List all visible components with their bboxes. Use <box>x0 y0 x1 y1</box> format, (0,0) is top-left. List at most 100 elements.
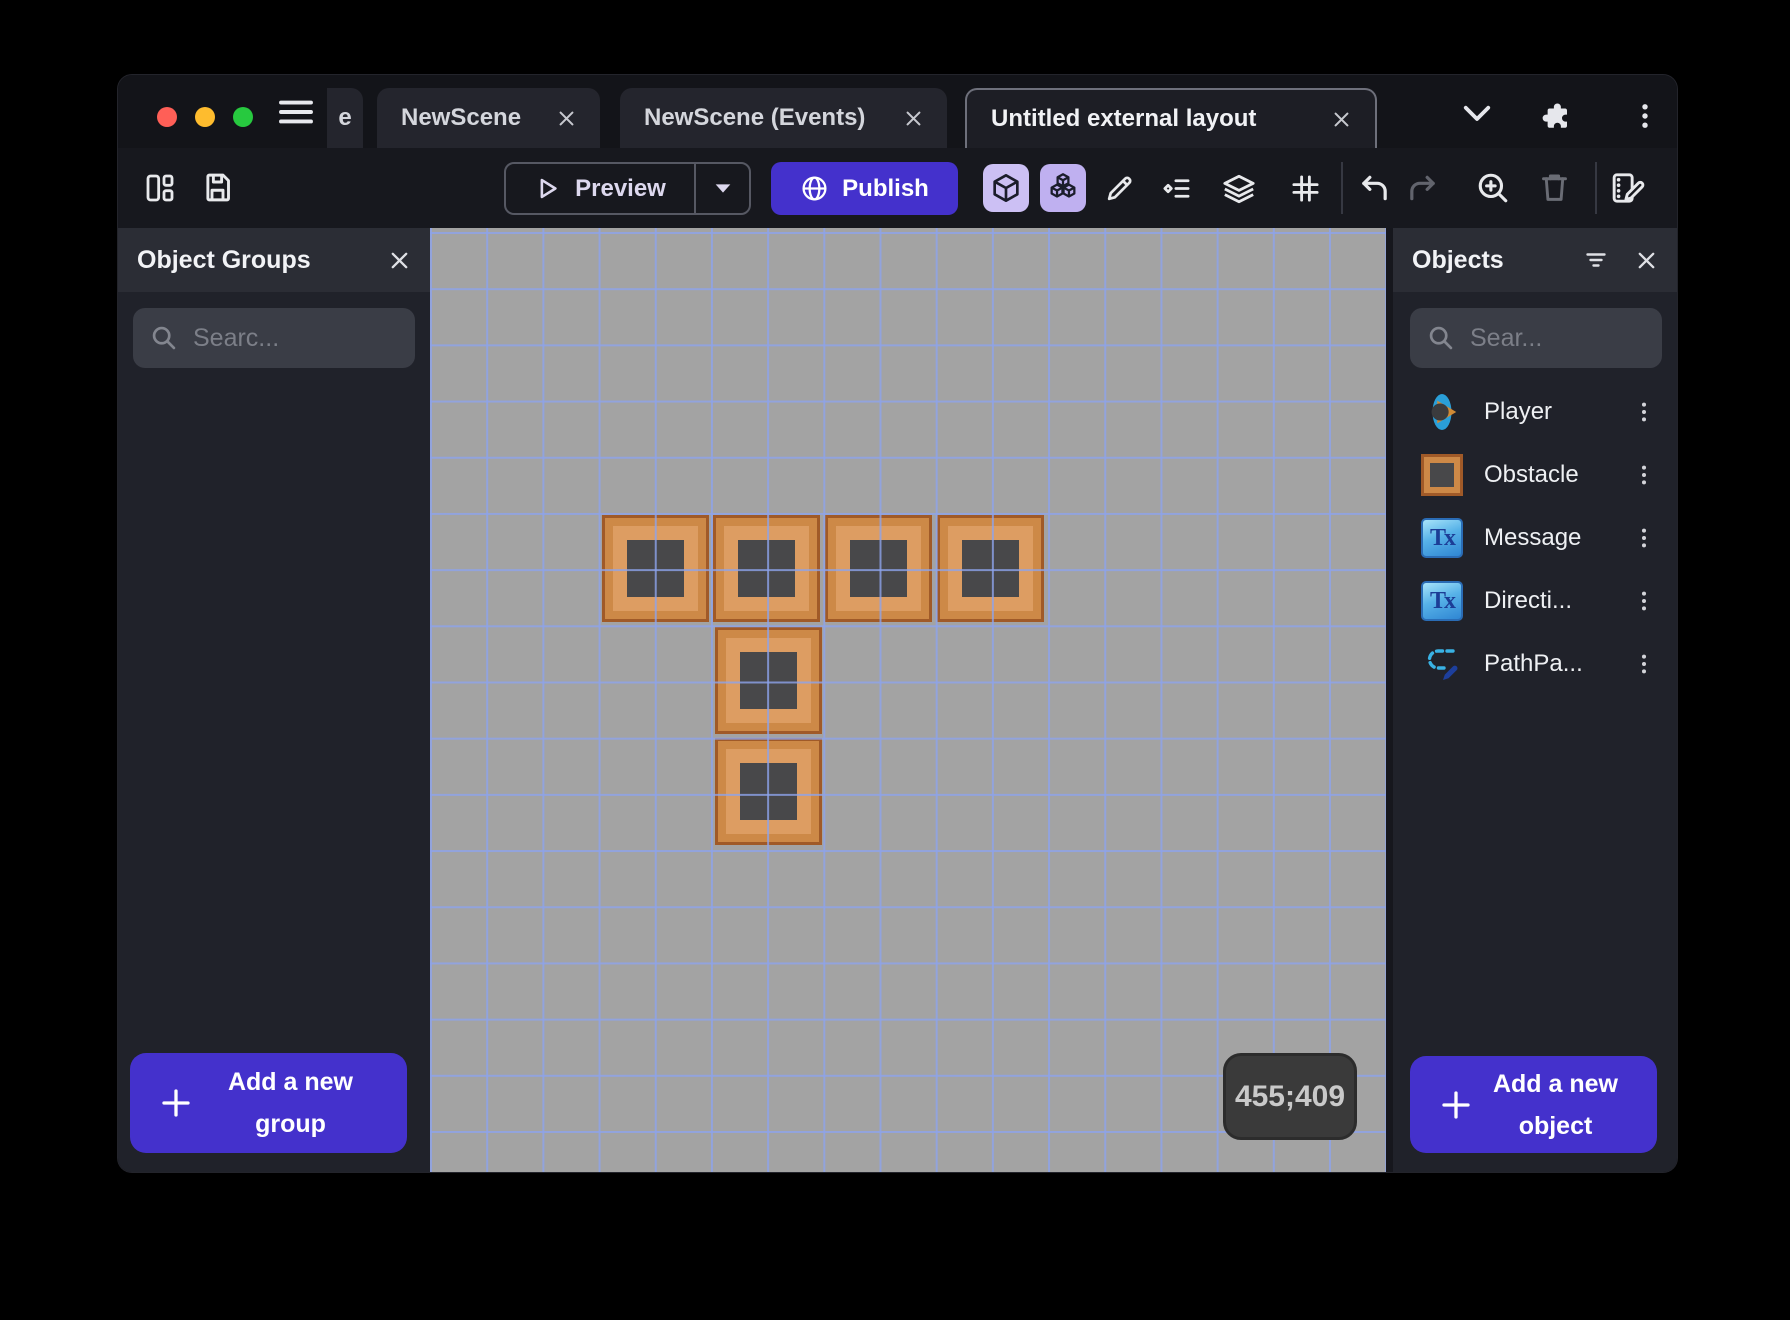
tab-bar: e NewScene NewScene (Events) Untitled ex… <box>118 75 1677 148</box>
object-menu-icon[interactable] <box>1633 651 1655 677</box>
object-name: Directi... <box>1484 587 1573 614</box>
save-icon[interactable] <box>201 171 234 204</box>
tile-layer <box>430 228 1386 1172</box>
object-menu-icon[interactable] <box>1633 525 1655 551</box>
desktop-background: e NewScene NewScene (Events) Untitled ex… <box>0 0 1790 1320</box>
tab-partial[interactable]: e <box>327 88 363 148</box>
preview-button[interactable]: Preview <box>504 162 751 215</box>
text-object-icon <box>1421 517 1463 559</box>
zoom-in-icon[interactable] <box>1476 171 1510 205</box>
object-groups-panel-header: Object Groups <box>118 228 430 292</box>
scene-canvas[interactable]: 455;409 <box>430 228 1386 1172</box>
add-object-label: Add a new object <box>1492 1069 1618 1140</box>
object-mode-toggle[interactable] <box>983 164 1029 212</box>
plus-icon <box>1438 1087 1474 1123</box>
instances-mode-toggle[interactable] <box>1040 164 1086 212</box>
tab-label: NewScene <box>401 104 522 131</box>
main-menu-icon[interactable] <box>278 99 314 125</box>
cube-icon <box>990 172 1022 204</box>
search-input[interactable] <box>193 323 398 353</box>
object-row-obstacle[interactable]: Obstacle <box>1393 449 1677 501</box>
text-object-icon <box>1421 580 1463 622</box>
preview-options-dropdown[interactable] <box>694 164 749 213</box>
extensions-puzzle-icon[interactable] <box>1542 101 1572 131</box>
path-paint-icon <box>1421 643 1463 685</box>
search-icon <box>150 324 178 352</box>
preview-button-main[interactable]: Preview <box>506 164 694 213</box>
window-zoom-button[interactable] <box>233 107 253 127</box>
object-row-message[interactable]: Message <box>1393 512 1677 564</box>
cursor-coordinates-badge: 455;409 <box>1223 1053 1357 1140</box>
close-icon[interactable] <box>388 249 411 272</box>
add-object-button[interactable]: Add a new object <box>1410 1056 1657 1153</box>
more-vertical-icon[interactable] <box>1632 101 1658 131</box>
coordinates-value: 455;409 <box>1234 1079 1346 1113</box>
tab-untitled-external-layout[interactable]: Untitled external layout <box>965 88 1377 148</box>
home-layout-icon[interactable] <box>144 172 176 204</box>
edit-scene-properties-icon[interactable] <box>1610 171 1646 205</box>
obstacle-instance[interactable] <box>937 515 1044 622</box>
obstacle-sprite-icon <box>1421 454 1463 496</box>
trash-icon[interactable] <box>1538 170 1571 204</box>
tab-label: Untitled external layout <box>991 105 1257 132</box>
object-name: Message <box>1484 524 1582 551</box>
close-icon[interactable] <box>557 109 576 128</box>
filter-icon[interactable] <box>1583 248 1609 272</box>
player-sprite-icon <box>1421 391 1463 433</box>
undo-icon[interactable] <box>1358 172 1391 204</box>
add-group-label: Add a new group <box>227 1068 353 1138</box>
tab-newscene-events[interactable]: NewScene (Events) <box>620 88 947 148</box>
toolbar-divider <box>1595 162 1597 214</box>
plus-icon <box>158 1085 194 1121</box>
publish-button[interactable]: Publish <box>771 162 958 215</box>
panel-title: Object Groups <box>137 245 311 274</box>
object-groups-panel: Object Groups Add a new group <box>118 228 430 1172</box>
close-icon[interactable] <box>904 109 923 128</box>
obstacle-instance[interactable] <box>715 738 822 845</box>
chevron-down-icon[interactable] <box>1462 104 1492 124</box>
window-minimize-button[interactable] <box>195 107 215 127</box>
object-row-player[interactable]: Player <box>1393 386 1677 438</box>
obstacle-instance[interactable] <box>713 515 820 622</box>
objects-search[interactable] <box>1410 308 1662 368</box>
object-row-pathpaint[interactable]: PathPa... <box>1393 638 1677 690</box>
preview-label: Preview <box>575 174 666 202</box>
tab-newscene[interactable]: NewScene <box>377 88 600 148</box>
obstacle-instance[interactable] <box>602 515 709 622</box>
search-input[interactable] <box>1470 323 1645 353</box>
object-menu-icon[interactable] <box>1633 462 1655 488</box>
object-name: Player <box>1484 398 1553 425</box>
grid-icon[interactable] <box>1290 173 1321 204</box>
editor-content: Object Groups Add a new group <box>118 228 1677 1172</box>
panel-title: Objects <box>1412 245 1504 274</box>
search-icon <box>1427 324 1455 352</box>
add-group-button[interactable]: Add a new group <box>130 1053 407 1153</box>
tab-label: NewScene (Events) <box>644 104 866 131</box>
close-icon[interactable] <box>1635 249 1658 272</box>
obstacle-instance[interactable] <box>715 627 822 734</box>
object-name: Obstacle <box>1484 461 1579 488</box>
window-close-button[interactable] <box>157 107 177 127</box>
publish-label: Publish <box>842 174 929 202</box>
objects-panel: Objects Sear... Player Obstacle Tx Messa… <box>1393 228 1677 1172</box>
main-toolbar: Preview Publish <box>118 148 1677 228</box>
close-icon[interactable] <box>1332 110 1351 129</box>
obstacle-instance[interactable] <box>825 515 932 622</box>
cubes-icon <box>1046 171 1080 205</box>
tab-partial-label: e <box>338 104 352 131</box>
object-row-directions[interactable]: Directi... <box>1393 575 1677 627</box>
object-name: PathPa... <box>1484 650 1583 677</box>
objects-panel-header: Objects <box>1393 228 1677 292</box>
redo-icon[interactable] <box>1406 172 1439 204</box>
objects-list: Player Obstacle Messag <box>1393 386 1677 690</box>
edit-pencil-icon[interactable] <box>1104 173 1135 204</box>
layers-icon[interactable] <box>1221 172 1257 206</box>
object-menu-icon[interactable] <box>1633 399 1655 425</box>
gdevelop-window: e NewScene NewScene (Events) Untitled ex… <box>118 75 1677 1172</box>
globe-icon <box>800 174 829 203</box>
play-icon <box>534 175 561 202</box>
toolbar-divider <box>1341 162 1343 214</box>
object-groups-search[interactable] <box>133 308 415 368</box>
object-menu-icon[interactable] <box>1633 588 1655 614</box>
instances-list-icon[interactable] <box>1161 173 1192 204</box>
